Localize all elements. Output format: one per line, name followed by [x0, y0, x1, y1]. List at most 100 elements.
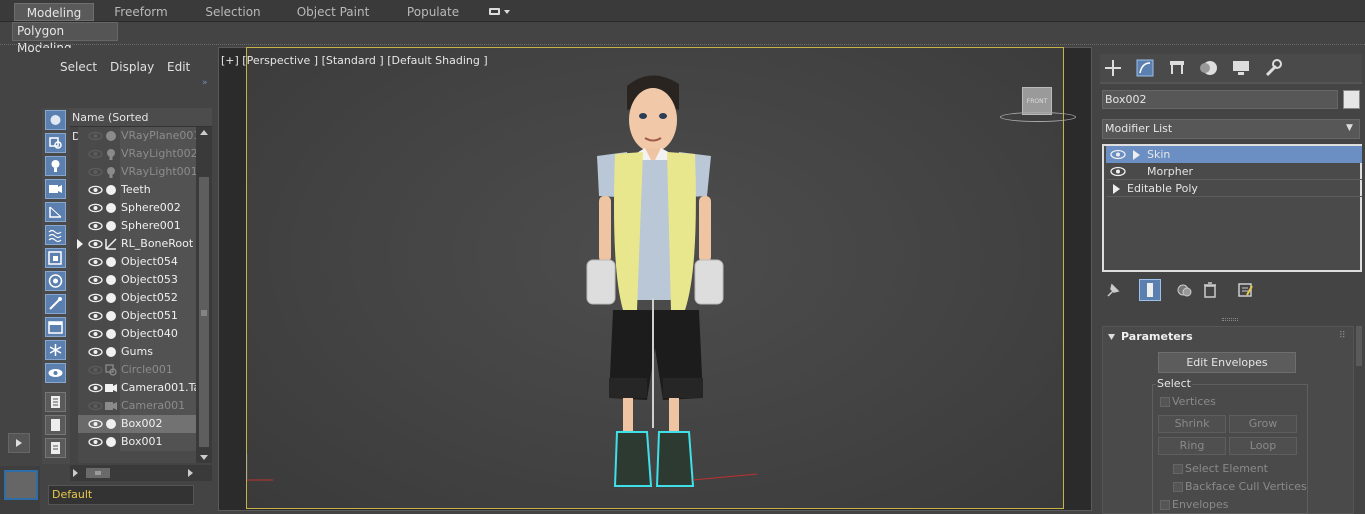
visibility-eye-icon[interactable] — [88, 149, 103, 159]
expand-arrow-icon[interactable] — [76, 239, 84, 249]
tab-object-paint[interactable]: Object Paint — [292, 3, 374, 21]
modify-tab[interactable] — [1134, 58, 1156, 78]
filter-spacewarps-button[interactable] — [45, 225, 66, 245]
filter-lights-button[interactable] — [45, 156, 66, 176]
modifier-list-dropdown[interactable]: Modifier List — [1102, 119, 1360, 139]
visibility-eye-icon[interactable] — [88, 221, 103, 231]
menu-select[interactable]: Select — [60, 60, 97, 74]
viewport-safe-frame[interactable] — [246, 47, 1064, 509]
list-item[interactable]: Sphere002 — [78, 199, 196, 217]
grow-button[interactable]: Grow — [1229, 415, 1297, 433]
visibility-eye-icon[interactable] — [88, 131, 103, 141]
visibility-eye-icon[interactable] — [88, 347, 103, 357]
list-item[interactable]: Sphere001 — [78, 217, 196, 235]
name-column-header[interactable]: Name (Sorted Descending) — [70, 108, 212, 143]
visibility-eye-icon[interactable] — [88, 383, 103, 393]
visibility-eye-icon[interactable] — [88, 329, 103, 339]
panel-collapse-icon[interactable]: » — [202, 78, 208, 88]
list-item[interactable]: Camera001.Ta — [78, 379, 196, 397]
expand-arrow-icon[interactable] — [1112, 184, 1121, 194]
pin-stack-button[interactable] — [1102, 279, 1124, 301]
show-end-result-button[interactable] — [1139, 279, 1161, 301]
make-unique-button[interactable] — [1174, 279, 1196, 301]
filter-bones-button[interactable] — [45, 294, 66, 314]
layer-name-field[interactable]: Default — [48, 485, 194, 505]
filter-groups-button[interactable] — [45, 248, 66, 268]
menu-edit[interactable]: Edit — [167, 60, 190, 74]
filter-xrefs-button[interactable] — [45, 271, 66, 291]
list-item[interactable]: VRayLight001 — [78, 163, 196, 181]
list-vertical-scrollbar[interactable] — [196, 127, 212, 463]
list-horizontal-scrollbar[interactable] — [70, 465, 212, 481]
filter-helpers-button[interactable] — [45, 202, 66, 222]
list-item[interactable]: Box002 — [78, 415, 196, 433]
list-view-button[interactable] — [45, 392, 66, 412]
stack-item-skin[interactable]: Skin — [1106, 146, 1362, 163]
stack-item-morpher[interactable]: Morpher — [1106, 163, 1362, 180]
list-item[interactable]: Object040 — [78, 325, 196, 343]
blank-page-button[interactable] — [45, 415, 66, 435]
visibility-eye-icon[interactable] — [88, 365, 103, 375]
list-item[interactable]: Object052 — [78, 289, 196, 307]
tab-modeling[interactable]: Modeling — [14, 3, 94, 21]
filter-geometry-button[interactable] — [45, 110, 66, 130]
list-item[interactable]: VRayLight002 — [78, 145, 196, 163]
tab-freeform[interactable]: Freeform — [106, 3, 176, 21]
rollout-grip-icon[interactable]: ⠿ — [1339, 331, 1346, 341]
filter-shapes-button[interactable] — [45, 133, 66, 153]
envelopes-checkbox[interactable] — [1160, 500, 1170, 510]
visibility-eye-icon[interactable] — [88, 185, 103, 195]
create-tab[interactable] — [1102, 58, 1124, 78]
filter-particles-button[interactable] — [45, 340, 66, 360]
list-item[interactable]: Object053 — [78, 271, 196, 289]
remove-modifier-button[interactable] — [1199, 279, 1221, 301]
ring-button[interactable]: Ring — [1158, 437, 1226, 455]
polygon-modeling-panel[interactable]: Polygon Modeling — [12, 22, 118, 55]
visibility-eye-icon[interactable] — [88, 257, 103, 267]
stack-item-editable-poly[interactable]: Editable Poly — [1106, 180, 1362, 197]
rollout-collapse-icon[interactable] — [1108, 333, 1116, 341]
object-color-swatch[interactable] — [1343, 90, 1360, 109]
list-item[interactable]: Object051 — [78, 307, 196, 325]
visibility-eye-icon[interactable] — [88, 437, 103, 447]
panel-resize-grip[interactable] — [1222, 318, 1238, 321]
utilities-tab[interactable] — [1262, 58, 1284, 78]
eye-icon[interactable] — [1110, 149, 1126, 160]
select-element-checkbox[interactable] — [1173, 464, 1183, 474]
visibility-eye-icon[interactable] — [88, 419, 103, 429]
edit-envelopes-button[interactable]: Edit Envelopes — [1158, 352, 1296, 373]
shrink-button[interactable]: Shrink — [1158, 415, 1226, 433]
list-item[interactable]: Circle001 — [78, 361, 196, 379]
expand-panel-button[interactable] — [8, 433, 30, 453]
visibility-eye-icon[interactable] — [88, 293, 103, 303]
rollout-title[interactable]: Parameters — [1121, 330, 1193, 343]
visibility-eye-icon[interactable] — [88, 311, 103, 321]
object-name-field[interactable]: Box002 — [1102, 90, 1338, 109]
list-item[interactable]: Gums — [78, 343, 196, 361]
visibility-eye-icon[interactable] — [88, 401, 103, 411]
visibility-eye-icon[interactable] — [88, 239, 103, 249]
list-item[interactable]: Object054 — [78, 253, 196, 271]
vertices-checkbox[interactable] — [1160, 397, 1170, 407]
display-tab[interactable] — [1230, 58, 1252, 78]
list-item[interactable]: Box001 — [78, 433, 196, 451]
tab-populate[interactable]: Populate — [398, 3, 468, 21]
eye-icon[interactable] — [1110, 166, 1126, 177]
visibility-eye-icon[interactable] — [88, 167, 103, 177]
visibility-eye-icon[interactable] — [88, 203, 103, 213]
notes-button[interactable] — [45, 438, 66, 458]
filter-cameras-button[interactable] — [45, 179, 66, 199]
expand-arrow-icon[interactable] — [1132, 150, 1141, 160]
list-item[interactable]: VRayPlane001 — [78, 127, 196, 145]
view-cube-compass-ring[interactable] — [1000, 112, 1076, 122]
hierarchy-tab[interactable] — [1166, 58, 1188, 78]
tab-selection[interactable]: Selection — [196, 3, 270, 21]
ribbon-options-dropdown[interactable] — [488, 6, 512, 18]
menu-display[interactable]: Display — [110, 60, 154, 74]
viewport-label-menu[interactable]: [+] [Perspective ] [Standard ] [Default … — [221, 54, 488, 67]
list-item[interactable]: Camera001 — [78, 397, 196, 415]
visibility-eye-icon[interactable] — [88, 275, 103, 285]
list-item[interactable]: Teeth — [78, 181, 196, 199]
filter-containers-button[interactable] — [45, 317, 66, 337]
loop-button[interactable]: Loop — [1229, 437, 1297, 455]
